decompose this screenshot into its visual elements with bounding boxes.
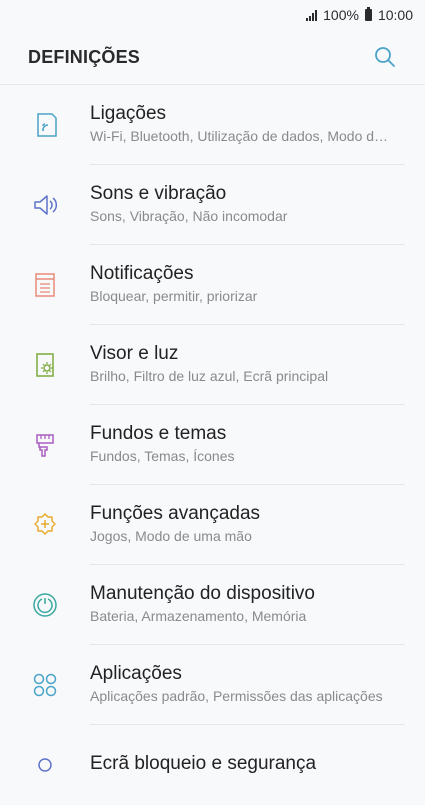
apps-icon xyxy=(33,673,57,697)
item-subtitle: Aplicações padrão, Permissões das aplica… xyxy=(90,687,383,704)
wallpaper-icon xyxy=(36,434,54,457)
settings-item-funcoes[interactable]: Funções avançadas Jogos, Modo de uma mão xyxy=(0,485,425,565)
item-title: Ligações xyxy=(90,102,167,124)
settings-item-ecra-bloqueio[interactable]: Ecrã bloqueio e segurança xyxy=(0,725,425,805)
item-title: Notificações xyxy=(90,262,194,284)
settings-list: Ligações Wi-Fi, Bluetooth, Utilização de… xyxy=(0,85,425,805)
maintenance-icon xyxy=(33,593,57,617)
notifications-icon xyxy=(35,273,55,297)
settings-item-ligacoes[interactable]: Ligações Wi-Fi, Bluetooth, Utilização de… xyxy=(0,85,425,165)
lock-screen-icon xyxy=(38,758,52,772)
settings-item-manutencao[interactable]: Manutenção do dispositivo Bateria, Armaz… xyxy=(0,565,425,645)
item-subtitle: Jogos, Modo de uma mão xyxy=(90,527,252,544)
item-title: Manutenção do dispositivo xyxy=(90,582,315,604)
advanced-icon xyxy=(34,513,56,535)
item-title: Aplicações xyxy=(90,662,182,684)
battery-icon xyxy=(364,7,372,21)
item-title: Visor e luz xyxy=(90,342,179,364)
settings-item-sons[interactable]: Sons e vibração Sons, Vibração, Não inco… xyxy=(0,165,425,245)
connections-icon xyxy=(37,113,57,137)
signal-icon xyxy=(306,9,318,21)
item-title: Sons e vibração xyxy=(90,182,227,204)
search-icon[interactable] xyxy=(371,43,399,71)
item-subtitle: Bateria, Armazenamento, Memória xyxy=(90,607,307,624)
item-subtitle: Bloquear, permitir, priorizar xyxy=(90,287,258,304)
app-bar: DEFINIÇÕES xyxy=(0,30,425,85)
item-title: Fundos e temas xyxy=(90,422,227,444)
sound-icon xyxy=(34,195,58,215)
settings-item-fundos[interactable]: Fundos e temas Fundos, Temas, Ícones xyxy=(0,405,425,485)
item-subtitle: Fundos, Temas, Ícones xyxy=(90,447,235,464)
settings-item-aplicacoes[interactable]: Aplicações Aplicações padrão, Permissões… xyxy=(0,645,425,725)
item-title: Funções avançadas xyxy=(90,502,261,524)
item-subtitle: Wi-Fi, Bluetooth, Utilização de dados, M… xyxy=(90,127,395,144)
item-subtitle: Brilho, Filtro de luz azul, Ecrã princip… xyxy=(90,367,329,384)
battery-percent: 100% xyxy=(323,7,359,23)
status-bar: 100% 10:00 xyxy=(0,0,425,30)
page-title: DEFINIÇÕES xyxy=(28,46,141,67)
settings-item-notificacoes[interactable]: Notificações Bloquear, permitir, prioriz… xyxy=(0,245,425,325)
item-subtitle: Sons, Vibração, Não incomodar xyxy=(90,207,288,224)
display-icon xyxy=(36,353,54,377)
settings-item-visor[interactable]: Visor e luz Brilho, Filtro de luz azul, … xyxy=(0,325,425,405)
clock: 10:00 xyxy=(377,7,413,23)
